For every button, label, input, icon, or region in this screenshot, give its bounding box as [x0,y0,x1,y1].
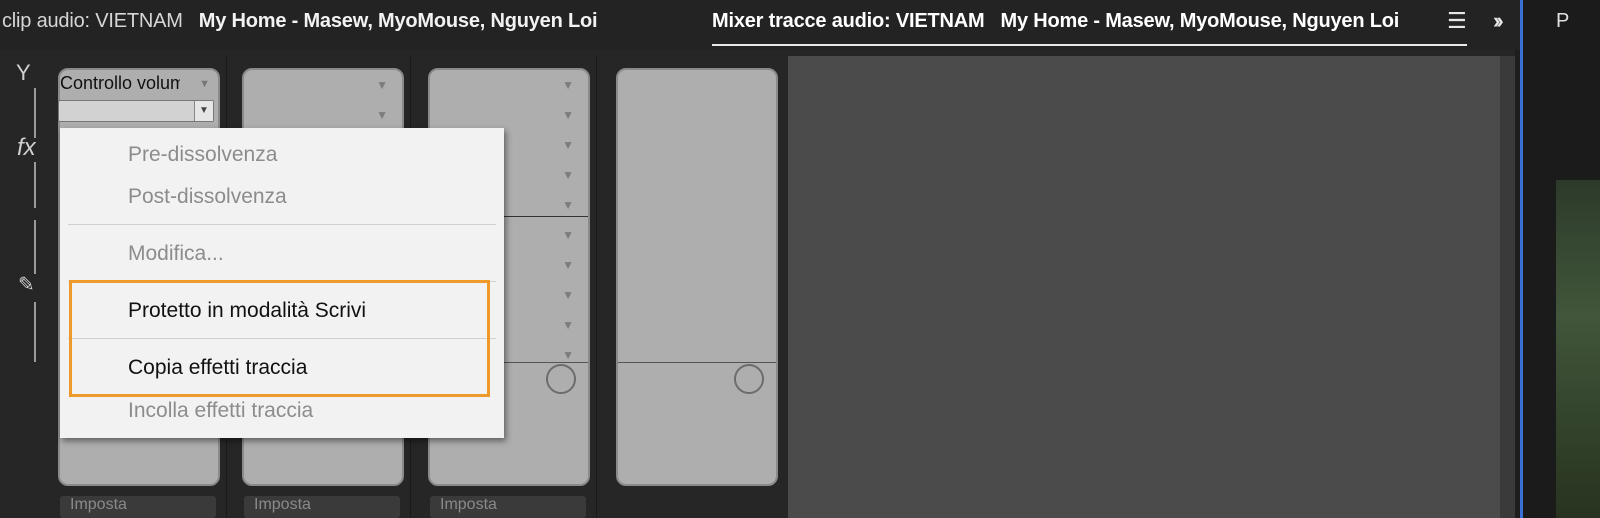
slot-dropdown-icon[interactable]: ▼ [562,258,574,272]
channel-strip-master [604,56,784,518]
strip-effects-area[interactable] [616,68,778,486]
menu-item-pre-fade[interactable]: Pre-dissolvenza [128,143,277,167]
effect-parameter-slider[interactable]: ▼ [58,100,214,122]
tab-track-mixer-label: Mixer tracce audio: VIETNAM [712,10,985,32]
slot-dropdown-icon[interactable]: ▼ [562,108,574,122]
right-panel-tab-label[interactable]: P [1556,10,1569,33]
menu-separator [68,224,496,225]
rail-line [34,88,36,138]
rail-line [34,162,36,208]
double-chevron-right-icon[interactable]: ›› [1493,8,1503,34]
menu-item-edit[interactable]: Modifica... [128,242,224,266]
chevron-down-icon[interactable]: ▼ [194,101,213,121]
program-monitor-preview [1556,180,1600,518]
hamburger-icon[interactable]: ☰ [1447,8,1467,34]
send-divider [618,362,776,363]
tab-audio-clip-mixer[interactable]: clip audio: VIETNAM My Home - Masew, Myo… [2,10,598,33]
slot-dropdown-icon[interactable]: ▼ [562,288,574,302]
slot-dropdown-icon[interactable]: ▼ [562,228,574,242]
input-y-icon[interactable]: Y [16,60,31,86]
pen-icon[interactable]: ✎ [18,272,35,297]
slot-dropdown-icon[interactable]: ▼ [376,78,388,92]
effects-rail: Y fx ✎ [10,58,44,378]
effect-slot-label: Controllo volume [60,73,180,93]
panel-header: clip audio: VIETNAM My Home - Masew, Myo… [0,0,1530,50]
strip-footer-button[interactable]: Imposta [60,496,216,518]
slot-dropdown-icon[interactable]: ▼ [562,78,574,92]
fx-icon[interactable]: fx [17,134,36,162]
tab-audio-clip-track: My Home - Masew, MyoMouse, Nguyen Loi [198,10,598,32]
mixer-empty-area [788,56,1500,518]
tab-track-mixer-track: My Home - Masew, MyoMouse, Nguyen Loi [1000,10,1400,32]
slot-dropdown-icon[interactable]: ▼ [562,168,574,182]
strip-footer-button[interactable]: Imposta [244,496,400,518]
send-level-knob[interactable] [546,364,576,394]
slot-dropdown-icon[interactable]: ▼ [562,318,574,332]
send-level-knob[interactable] [734,364,764,394]
slot-dropdown-icon[interactable]: ▼ [562,138,574,152]
slot-dropdown-icon[interactable]: ▼ [376,108,388,122]
slot-dropdown-icon[interactable]: ▼ [562,198,574,212]
rail-line [34,220,36,274]
chevron-down-icon[interactable]: ▼ [199,78,210,90]
tab-audio-clip-label: clip audio: VIETNAM [2,10,183,32]
menu-item-paste-track-effects[interactable]: Incolla effetti traccia [128,399,313,423]
slot-dropdown-icon[interactable]: ▼ [562,348,574,362]
tab-audio-track-mixer[interactable]: Mixer tracce audio: VIETNAM My Home - Ma… [712,10,1399,33]
rail-line [34,302,36,362]
menu-item-post-fade[interactable]: Post-dissolvenza [128,185,287,209]
highlight-annotation-box [69,280,490,397]
strip-footer-button[interactable]: Imposta [430,496,586,518]
vertical-scrollbar[interactable] [1500,56,1515,518]
active-tab-underline [712,44,1467,46]
effect-slot-select[interactable]: Controllo volume ▼ [58,70,216,98]
